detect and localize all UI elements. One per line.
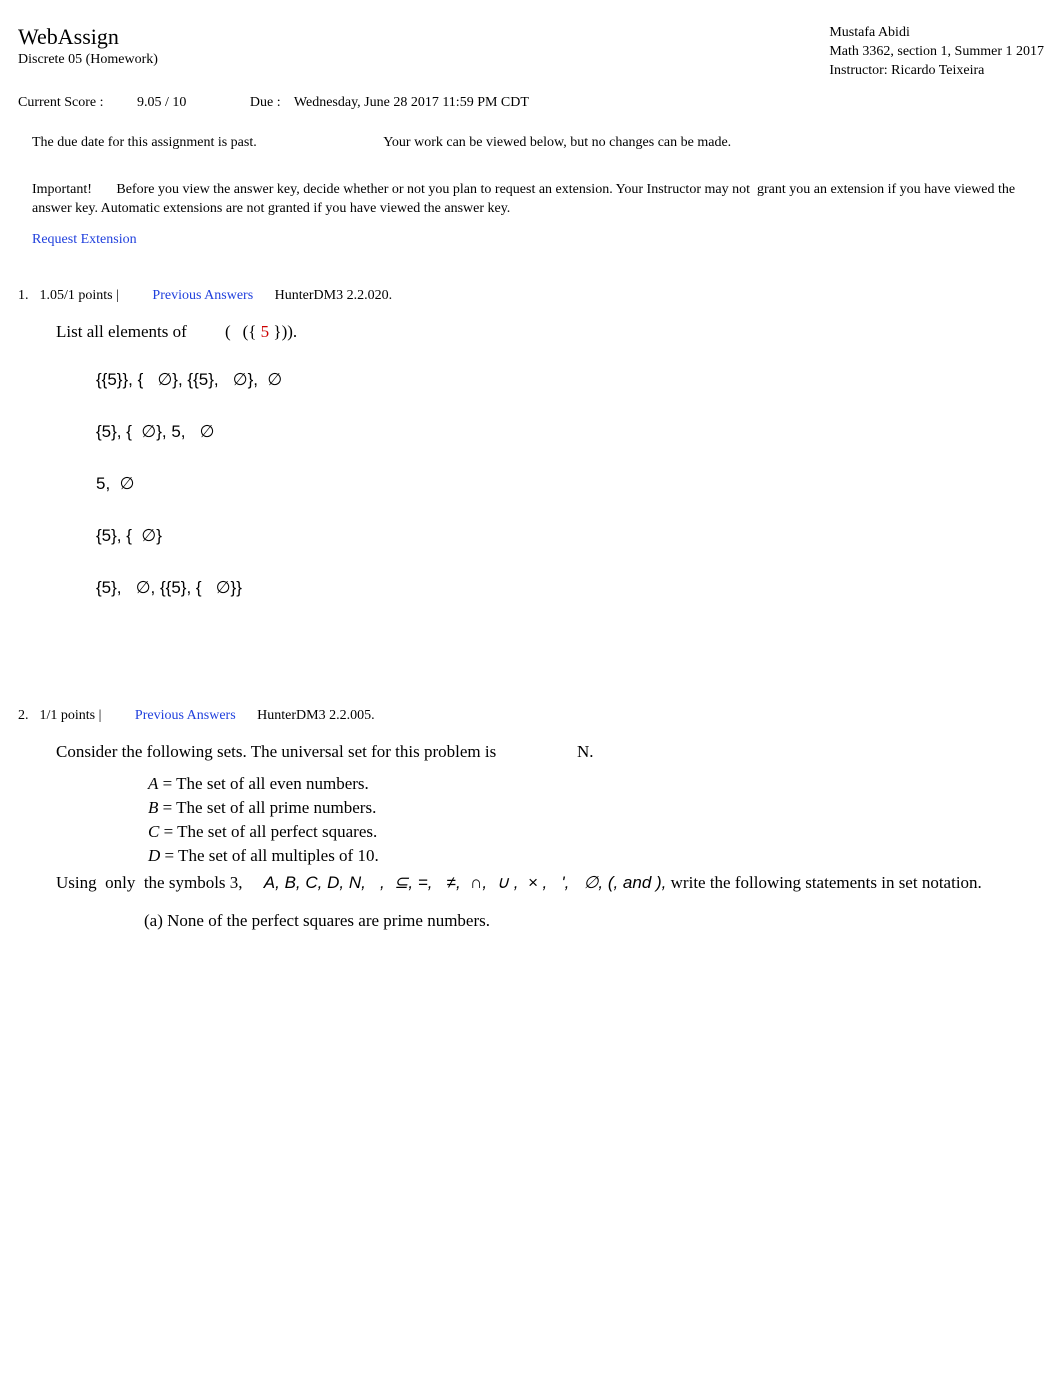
score-line: Current Score : 9.05 / 10 Due : Wednesda…	[18, 95, 1044, 111]
course-name: Math 3362, section 1, Summer 1 2017	[829, 43, 1044, 62]
request-extension-link[interactable]: Request Extension	[32, 232, 137, 248]
q2-intro-c: .	[589, 742, 593, 761]
q1-prompt-d: })).	[269, 322, 297, 341]
q2-def-d-sym: D	[148, 846, 160, 865]
current-score-value: 9.05 / 10	[137, 95, 186, 110]
instructor-name: Ricardo Teixeira	[891, 63, 984, 78]
q1-answer-2[interactable]: {5}, { ∅}, 5, ∅	[96, 422, 1044, 442]
q2-reference: HunterDM3 2.2.005.	[257, 708, 374, 723]
q2-def-a: A = The set of all even numbers.	[148, 772, 1044, 796]
q1-answer-5[interactable]: {5}, ∅, {{5}, { ∅}}	[96, 578, 1044, 598]
q2-def-c-txt: = The set of all perfect squares.	[159, 822, 377, 841]
q1-prompt-five: 5	[261, 322, 270, 341]
q2-def-a-txt: = The set of all even numbers.	[158, 774, 368, 793]
q2-body: Consider the following sets. The univers…	[56, 740, 1044, 933]
q2-intro: Consider the following sets. The univers…	[56, 740, 1044, 764]
view-only-text: Your work can be viewed below, but no ch…	[383, 135, 731, 150]
q2-def-d-txt: = The set of all multiples of 10.	[160, 846, 378, 865]
q2-header: 2. 1/1 points | Previous Answers HunterD…	[18, 708, 1044, 724]
past-due-banner: The due date for this assignment is past…	[32, 135, 1044, 151]
extension-notice: Important! Before you view the answer ke…	[32, 181, 1030, 219]
q2-using-symbols: A, B, C, D, N, , ⊆, =, ≠, ∩, ∪ , × , ', …	[264, 873, 667, 892]
q2-set-definitions: A = The set of all even numbers. B = The…	[148, 772, 1044, 867]
instructor-line: Instructor: Ricardo Teixeira	[829, 62, 1044, 81]
site-brand: WebAssign	[18, 24, 158, 50]
q1-header: 1. 1.05/1 points | Previous Answers Hunt…	[18, 288, 1044, 304]
q1-answer-1[interactable]: {{5}}, { ∅}, {{5}, ∅}, ∅	[96, 370, 1044, 390]
due-label: Due :	[250, 95, 281, 110]
assignment-title: Discrete 05 (Homework)	[18, 52, 158, 68]
instructor-label: Instructor:	[829, 63, 891, 78]
q2-points: 1/1 points |	[40, 708, 102, 723]
page-header: WebAssign Discrete 05 (Homework) Mustafa…	[18, 24, 1044, 81]
q1-answer-3[interactable]: 5, ∅	[96, 474, 1044, 494]
q2-using-c: write the following statements in set no…	[666, 873, 981, 892]
user-info: Mustafa Abidi Math 3362, section 1, Summ…	[829, 24, 1044, 81]
q2-def-b: B = The set of all prime numbers.	[148, 796, 1044, 820]
q2-intro-a: Consider the following sets. The univers…	[56, 742, 500, 761]
notice-body: Before you view the answer key, decide w…	[32, 182, 1015, 216]
due-value: Wednesday, June 28 2017 11:59 PM CDT	[294, 95, 529, 110]
q1-number: 1.	[18, 288, 36, 304]
q1-body: List all elements of ( ({ 5 })). {{5}}, …	[56, 322, 1044, 598]
student-name: Mustafa Abidi	[829, 24, 1044, 43]
brand-block: WebAssign Discrete 05 (Homework)	[18, 24, 158, 68]
q2-using: Using only the symbols 3, A, B, C, D, N,…	[56, 871, 1044, 895]
q2-def-b-txt: = The set of all prime numbers.	[158, 798, 376, 817]
q1-prompt: List all elements of ( ({ 5 })).	[56, 322, 1044, 342]
q1-points: 1.05/1 points |	[40, 288, 119, 303]
q2-number: 2.	[18, 708, 36, 724]
q2-def-a-sym: A	[148, 774, 158, 793]
current-score-label: Current Score :	[18, 95, 104, 110]
q2-using-a: Using only the symbols 3,	[56, 873, 264, 892]
q1-prompt-a: List all elements of	[56, 322, 191, 341]
q2-def-c-sym: C	[148, 822, 159, 841]
q1-reference: HunterDM3 2.2.020.	[275, 288, 392, 303]
q2-part-a: (a) None of the perfect squares are prim…	[144, 909, 1044, 933]
q2-def-d: D = The set of all multiples of 10.	[148, 844, 1044, 868]
notice-lead: Important!	[32, 182, 92, 197]
q2-universal-set: N	[577, 742, 589, 761]
q2-def-c: C = The set of all perfect squares.	[148, 820, 1044, 844]
q1-previous-answers-link[interactable]: Previous Answers	[152, 288, 253, 303]
q1-answer-4[interactable]: {5}, { ∅}	[96, 526, 1044, 546]
past-due-text: The due date for this assignment is past…	[32, 135, 257, 150]
q2-def-b-sym: B	[148, 798, 158, 817]
q1-prompt-b: ( ({	[225, 322, 261, 341]
q2-previous-answers-link[interactable]: Previous Answers	[135, 708, 236, 723]
